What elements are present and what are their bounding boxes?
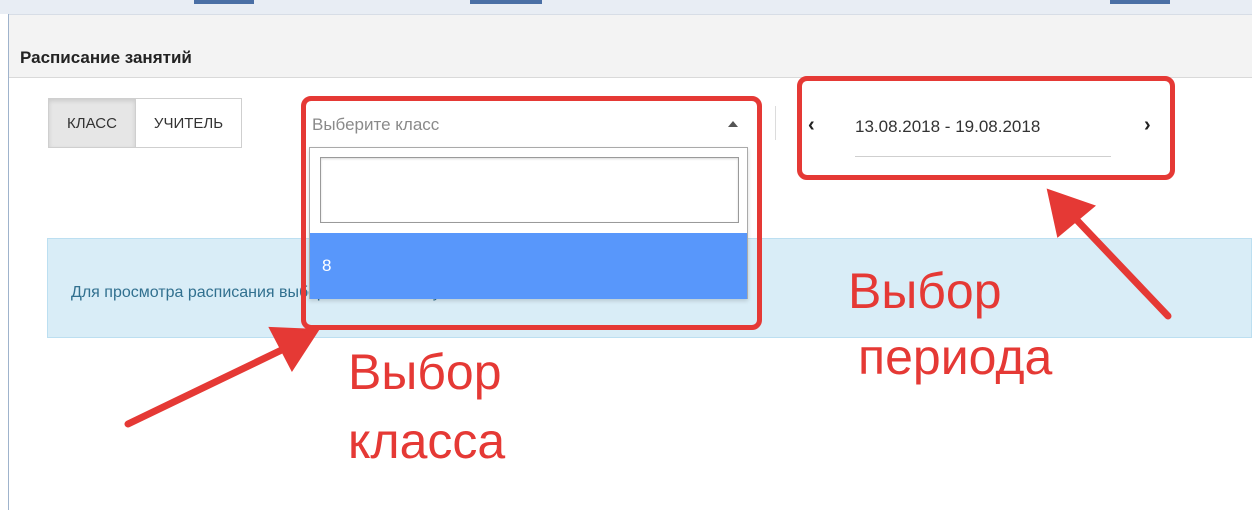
chevron-up-icon[interactable]	[728, 121, 738, 127]
chevron-left-icon[interactable]: ‹	[808, 114, 815, 137]
annotation-class-line1: Выбор	[348, 344, 502, 400]
browser-top-strip	[0, 0, 1252, 15]
class-select[interactable]: Выберите класс	[310, 103, 746, 147]
top-tab-indicator	[1110, 0, 1170, 4]
period-range[interactable]: 13.08.2018 - 19.08.2018	[855, 117, 1111, 137]
annotation-period-line2: периода	[858, 329, 1053, 385]
top-tab-indicator	[194, 0, 254, 4]
annotation-period-line1: Выбор	[848, 263, 1002, 319]
chevron-right-icon[interactable]: ›	[1144, 114, 1151, 137]
annotation-class-line2: класса	[348, 413, 506, 469]
toolbar-divider	[775, 106, 776, 140]
class-mode-button[interactable]: КЛАСС	[48, 98, 136, 148]
class-option[interactable]: 8	[310, 233, 747, 299]
mode-toggle: КЛАСС УЧИТЕЛЬ	[48, 98, 243, 148]
class-search-input[interactable]	[320, 157, 739, 223]
top-tab-indicator	[470, 0, 542, 4]
panel-header: Расписание занятий	[9, 15, 1252, 78]
window-left-border	[0, 14, 9, 510]
period-picker: ‹ 13.08.2018 - 19.08.2018 ›	[808, 104, 1153, 160]
page-title: Расписание занятий	[20, 48, 192, 67]
period-underline	[855, 156, 1111, 157]
class-dropdown: 8	[309, 147, 748, 299]
class-select-placeholder: Выберите класс	[312, 115, 440, 134]
teacher-mode-button[interactable]: УЧИТЕЛЬ	[135, 98, 243, 148]
